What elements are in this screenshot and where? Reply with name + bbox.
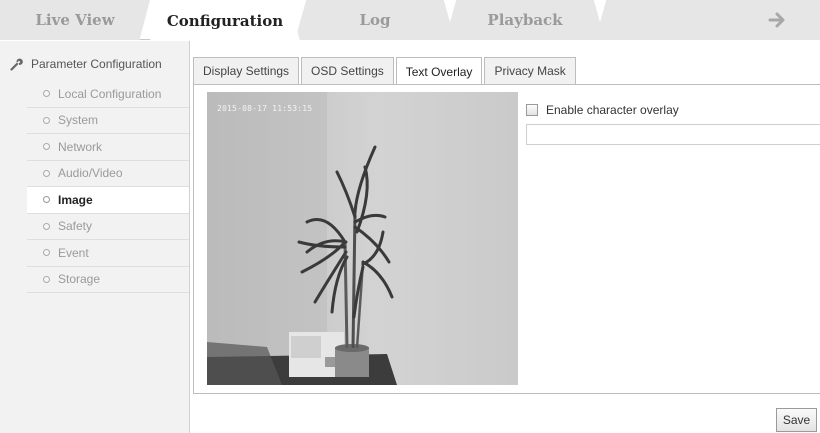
radio-dot-icon [43, 143, 50, 151]
sidebar-item-storage[interactable]: Storage [27, 267, 189, 293]
subtab-bar: Display Settings OSD Settings Text Overl… [193, 57, 578, 85]
top-navigation: Live View Log Playback Configuration [0, 0, 820, 41]
tab-log[interactable]: Log [295, 0, 455, 40]
radio-dot-icon [43, 222, 50, 230]
sidebar-menu: Local Configuration System Network Audio… [27, 81, 189, 293]
tab-live-view[interactable]: Live View [0, 0, 150, 40]
sidebar-item-network[interactable]: Network [27, 134, 189, 161]
tab-osd-settings[interactable]: OSD Settings [301, 57, 394, 84]
osd-timestamp: 2015-08-17 11:53:15 [217, 104, 313, 113]
save-button[interactable]: Save [776, 408, 817, 432]
sidebar: Parameter Configuration Local Configurat… [0, 41, 190, 433]
radio-dot-icon [43, 249, 50, 257]
sidebar-item-label: Network [58, 139, 103, 154]
sidebar-item-label: Image [58, 192, 93, 207]
radio-dot-icon [43, 196, 50, 204]
tab-privacy-mask[interactable]: Privacy Mask [484, 57, 576, 84]
sidebar-item-local-configuration[interactable]: Local Configuration [27, 81, 189, 108]
sidebar-item-label: Storage [58, 272, 101, 287]
sidebar-item-image[interactable]: Image [27, 187, 189, 214]
overlay-text-input[interactable] [526, 124, 820, 145]
tab-text-overlay[interactable]: Text Overlay [395, 57, 483, 85]
sidebar-item-label: Local Configuration [58, 86, 162, 101]
sidebar-item-system[interactable]: System [27, 108, 189, 134]
arrow-right-icon[interactable] [768, 11, 788, 29]
app-window: Live View Log Playback Configuration Par… [0, 0, 820, 433]
sidebar-item-event[interactable]: Event [27, 240, 189, 267]
radio-dot-icon [43, 275, 50, 283]
tab-display-settings[interactable]: Display Settings [193, 57, 300, 84]
radio-dot-icon [43, 169, 50, 177]
sidebar-item-label: Event [58, 245, 89, 260]
sidebar-item-audio-video[interactable]: Audio/Video [27, 161, 189, 187]
sidebar-header: Parameter Configuration [10, 57, 162, 71]
radio-dot-icon [43, 90, 50, 98]
wrench-icon [10, 57, 24, 71]
sidebar-header-label: Parameter Configuration [31, 57, 162, 71]
text-overlay-panel: 2015-08-17 11:53:15 Enable character ove… [193, 84, 820, 394]
radio-dot-icon [43, 116, 50, 124]
enable-overlay-label: Enable character overlay [546, 103, 679, 117]
sidebar-item-label: Audio/Video [58, 166, 123, 181]
enable-overlay-option: Enable character overlay [526, 103, 679, 117]
sidebar-item-label: System [58, 113, 99, 128]
tab-configuration[interactable]: Configuration [150, 0, 300, 41]
tab-playback[interactable]: Playback [445, 0, 605, 40]
sidebar-item-label: Safety [58, 219, 93, 234]
sidebar-item-safety[interactable]: Safety [27, 214, 189, 240]
main-panel: Display Settings OSD Settings Text Overl… [190, 41, 820, 433]
video-preview: 2015-08-17 11:53:15 [207, 92, 518, 385]
camera-scene-image [207, 92, 518, 385]
enable-overlay-checkbox[interactable] [526, 104, 538, 116]
